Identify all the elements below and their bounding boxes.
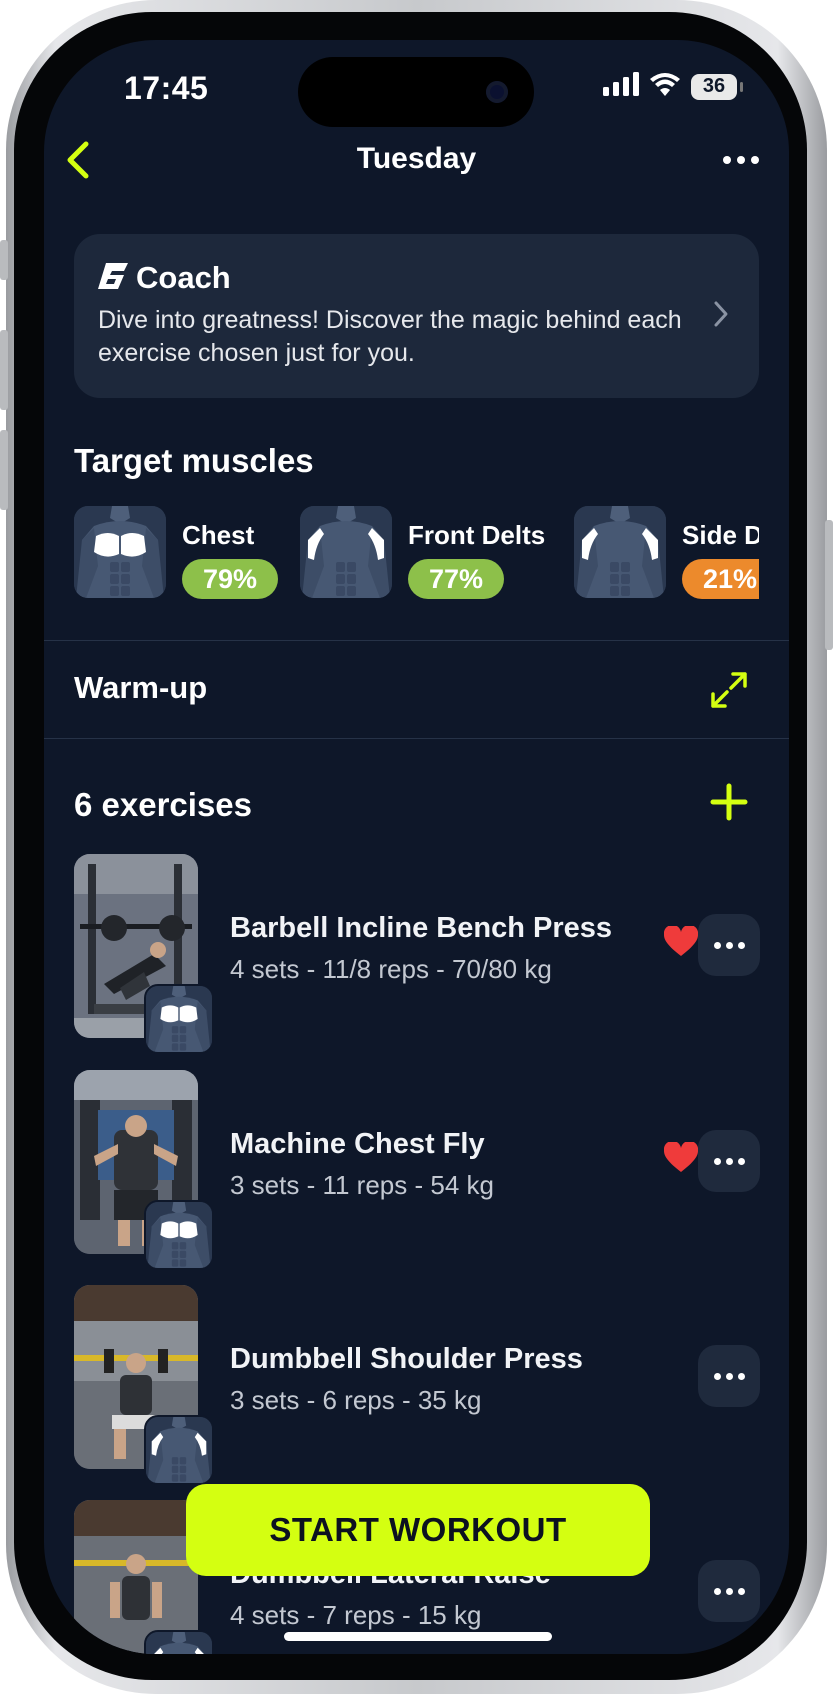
more-dot: [725, 941, 733, 949]
exercise-detail: 3 sets - 11 reps - 54 kg: [230, 1170, 494, 1200]
exercise-name: Dumbbell Shoulder Press: [230, 1343, 583, 1375]
status-icons: 36: [603, 72, 743, 101]
cellular-signal-icon: [603, 72, 639, 101]
target-muscles-title: Target muscles: [74, 442, 314, 479]
more-dot: [725, 1372, 733, 1380]
home-indicator: [284, 1632, 552, 1641]
favorite-heart-icon[interactable]: [663, 1140, 699, 1174]
exercise-more-button[interactable]: [698, 1130, 760, 1192]
start-workout-button[interactable]: START WORKOUT: [186, 1484, 650, 1576]
wifi-icon: [649, 72, 681, 101]
warmup-label: Warm-up: [74, 670, 208, 705]
volume-up-button: [0, 330, 8, 410]
more-dot: [737, 941, 745, 949]
volume-down-button: [0, 430, 8, 510]
side-delts-muscle-image: [574, 506, 666, 598]
more-dot: [725, 1587, 733, 1595]
divider: [44, 640, 789, 641]
more-dot: [737, 156, 745, 164]
more-dot: [725, 1157, 733, 1165]
plus-icon: [710, 783, 748, 821]
more-dot: [751, 156, 759, 164]
expand-button[interactable]: [707, 668, 751, 712]
app-screen: 17:45 36 Tuesday Coach Dive into greatne…: [44, 40, 789, 1654]
exercise-name: Barbell Incline Bench Press: [230, 912, 612, 944]
target-muscles-list: Chest 79% Front Delts 77% Side D 21%: [74, 506, 759, 602]
more-dots-icon: [713, 1372, 721, 1380]
chevron-right-icon: [713, 300, 729, 333]
muscle-percent-badge: 77%: [408, 559, 504, 599]
coach-card[interactable]: Coach Dive into greatness! Discover the …: [74, 234, 759, 398]
exercise-more-button[interactable]: [698, 914, 760, 976]
more-dots-icon: [713, 1587, 721, 1595]
page-title: Tuesday: [356, 142, 477, 175]
nav-bar: Tuesday: [44, 120, 789, 200]
more-options-button[interactable]: [715, 140, 767, 180]
add-exercise-button[interactable]: [709, 782, 749, 822]
muscle-chip-front-delts[interactable]: Front Delts 77%: [300, 506, 545, 602]
coach-logo-icon: [98, 262, 128, 294]
exercise-muscle-image: [144, 1415, 214, 1485]
exercise-detail: 3 sets - 6 reps - 35 kg: [230, 1385, 482, 1415]
more-dots-icon: [713, 941, 721, 949]
front-delts-muscle-image: [300, 506, 392, 598]
action-button: [0, 240, 8, 280]
exercises-count-title: 6 exercises: [74, 786, 253, 823]
dynamic-island: [298, 57, 534, 127]
exercise-muscle-image: [144, 1200, 214, 1270]
exercise-muscle-image: [144, 1630, 214, 1654]
warmup-row[interactable]: Warm-up: [44, 642, 789, 738]
muscle-info: Side D 21%: [682, 506, 759, 602]
expand-arrows-icon: [711, 672, 747, 708]
coach-description: Dive into greatness! Discover the magic …: [98, 306, 682, 367]
more-dot: [737, 1372, 745, 1380]
exercise-more-button[interactable]: [698, 1345, 760, 1407]
muscle-percent-badge: 21%: [682, 559, 759, 599]
exercise-more-button[interactable]: [698, 1560, 760, 1622]
battery-icon: 36: [691, 73, 743, 100]
divider: [44, 738, 789, 739]
muscle-name: Side D: [682, 520, 759, 550]
exercise-detail: 4 sets - 7 reps - 15 kg: [230, 1600, 482, 1630]
chest-muscle-image: [74, 506, 166, 598]
exercise-item[interactable]: Dumbbell Shoulder Press 3 sets - 6 reps …: [74, 1285, 760, 1485]
favorite-heart-icon[interactable]: [663, 924, 699, 958]
more-dots-icon: [713, 1157, 721, 1165]
more-dot: [737, 1587, 745, 1595]
exercise-item[interactable]: Barbell Incline Bench Press 4 sets - 11/…: [74, 854, 760, 1054]
muscle-chip-chest[interactable]: Chest 79%: [74, 506, 278, 602]
coach-header: Coach: [98, 260, 231, 296]
exercise-name: Machine Chest Fly: [230, 1128, 485, 1160]
muscle-name: Front Delts: [408, 520, 546, 550]
muscle-name: Chest: [182, 520, 255, 550]
exercise-detail: 4 sets - 11/8 reps - 70/80 kg: [230, 954, 552, 984]
coach-title: Coach: [136, 260, 231, 295]
muscle-info: Front Delts 77%: [408, 506, 545, 602]
status-time: 17:45: [124, 70, 209, 106]
more-dots-icon: [723, 156, 731, 164]
muscle-chip-side-delts[interactable]: Side D 21%: [574, 506, 759, 602]
muscle-percent-badge: 79%: [182, 559, 278, 599]
front-camera: [486, 81, 508, 103]
exercise-muscle-image: [144, 984, 214, 1054]
power-button: [825, 520, 833, 650]
exercise-item[interactable]: Machine Chest Fly 3 sets - 11 reps - 54 …: [74, 1070, 760, 1270]
muscle-info: Chest 79%: [182, 506, 278, 602]
more-dot: [737, 1157, 745, 1165]
